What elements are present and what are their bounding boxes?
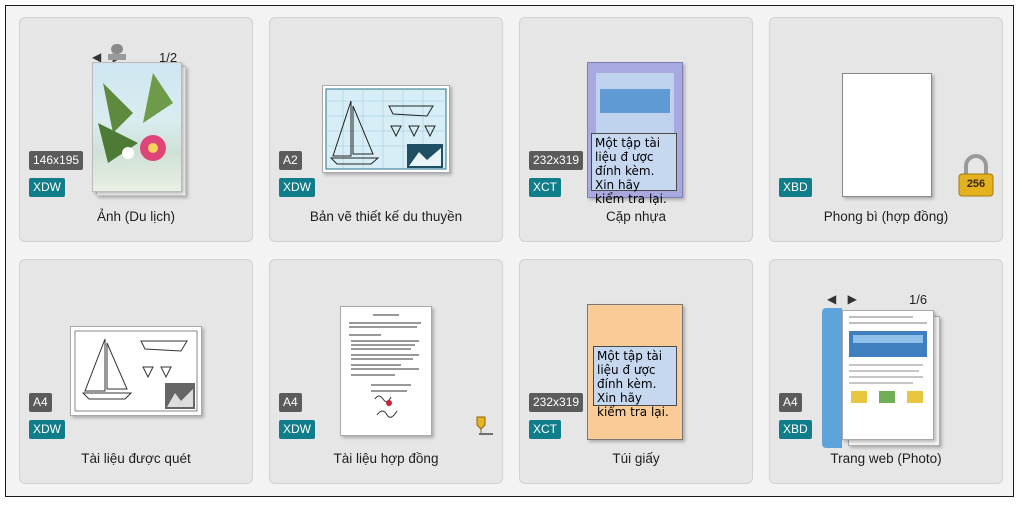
- doc-name: Bản vẽ thiết kế du thuyền: [309, 209, 463, 224]
- doc-card-paper-bag[interactable]: Một tập tài liệu đ ược đính kèm. Xin hãy…: [519, 259, 753, 484]
- size-badge: 232x319: [529, 151, 584, 170]
- size-badge: 232x319: [529, 393, 584, 412]
- doc-card-plastic-folder[interactable]: Một tập tài liệu đ ược đính kèm. Xin hãy…: [519, 17, 753, 242]
- lock-level: 256: [966, 178, 986, 190]
- doc-name: Trang web (Photo): [830, 451, 942, 466]
- clip-icon: [108, 44, 126, 64]
- doc-name: Cặp nhựa: [605, 209, 667, 224]
- thumbnail-scan: [70, 326, 202, 416]
- lock-icon: 256: [957, 154, 995, 198]
- size-badge: A4: [29, 393, 52, 412]
- type-badge: XBD: [779, 178, 812, 197]
- type-badge: XCT: [529, 178, 561, 197]
- type-badge: XCT: [529, 420, 561, 439]
- type-badge: XDW: [279, 420, 315, 439]
- doc-card-yacht-drawing[interactable]: A2 XDW Bản vẽ thiết kế du thuyền: [269, 17, 503, 242]
- doc-name: Ảnh (Du lịch): [96, 209, 176, 224]
- doc-name: Phong bì (hợp đồng): [823, 209, 949, 224]
- size-badge: A4: [279, 393, 302, 412]
- doc-card-photo-travel[interactable]: ◀ ▶ 1/2 146x195 XDW Ảnh (Du lịch): [19, 17, 253, 242]
- attachment-note: Một tập tài liệu đ ược đính kèm. Xin hãy…: [591, 133, 677, 206]
- doc-name: Tài liệu được quét: [81, 451, 191, 466]
- thumbnail-contract: [340, 306, 432, 436]
- size-badge: 146x195: [29, 151, 84, 170]
- thumbnail-drawing: [322, 85, 450, 173]
- binder-spine: [822, 308, 842, 448]
- type-badge: XDW: [279, 178, 315, 197]
- doc-card-scanned-document[interactable]: A4 XDW Tài liệu được quét: [19, 259, 253, 484]
- attachment-note: Một tập tài liệu đ ược đính kèm. Xin hãy…: [593, 346, 677, 419]
- doc-name: Túi giấy: [612, 451, 660, 466]
- doc-name: Tài liệu hợp đồng: [333, 451, 439, 466]
- pen-icon: [473, 415, 495, 437]
- type-badge: XDW: [29, 178, 65, 197]
- size-badge: A2: [279, 151, 302, 170]
- thumbnail-envelope: [842, 73, 932, 197]
- document-grid: ◀ ▶ 1/2 146x195 XDW Ảnh (Du lịch): [5, 5, 1014, 497]
- page-nav-arrows[interactable]: ◀ ▶: [827, 292, 861, 306]
- size-badge: A4: [779, 393, 802, 412]
- doc-card-envelope[interactable]: 256 XBD Phong bì (hợp đồng): [769, 17, 1003, 242]
- type-badge: XBD: [779, 420, 812, 439]
- page-indicator: 1/6: [909, 292, 928, 307]
- thumbnail-webpage: [842, 310, 934, 440]
- doc-card-contract[interactable]: A4 XDW Tài liệu hợp đồng: [269, 259, 503, 484]
- doc-card-web-page[interactable]: ◀ ▶ 1/6 A4 XBD Trang web (Photo): [769, 259, 1003, 484]
- thumbnail-photo: [92, 62, 182, 192]
- type-badge: XDW: [29, 420, 65, 439]
